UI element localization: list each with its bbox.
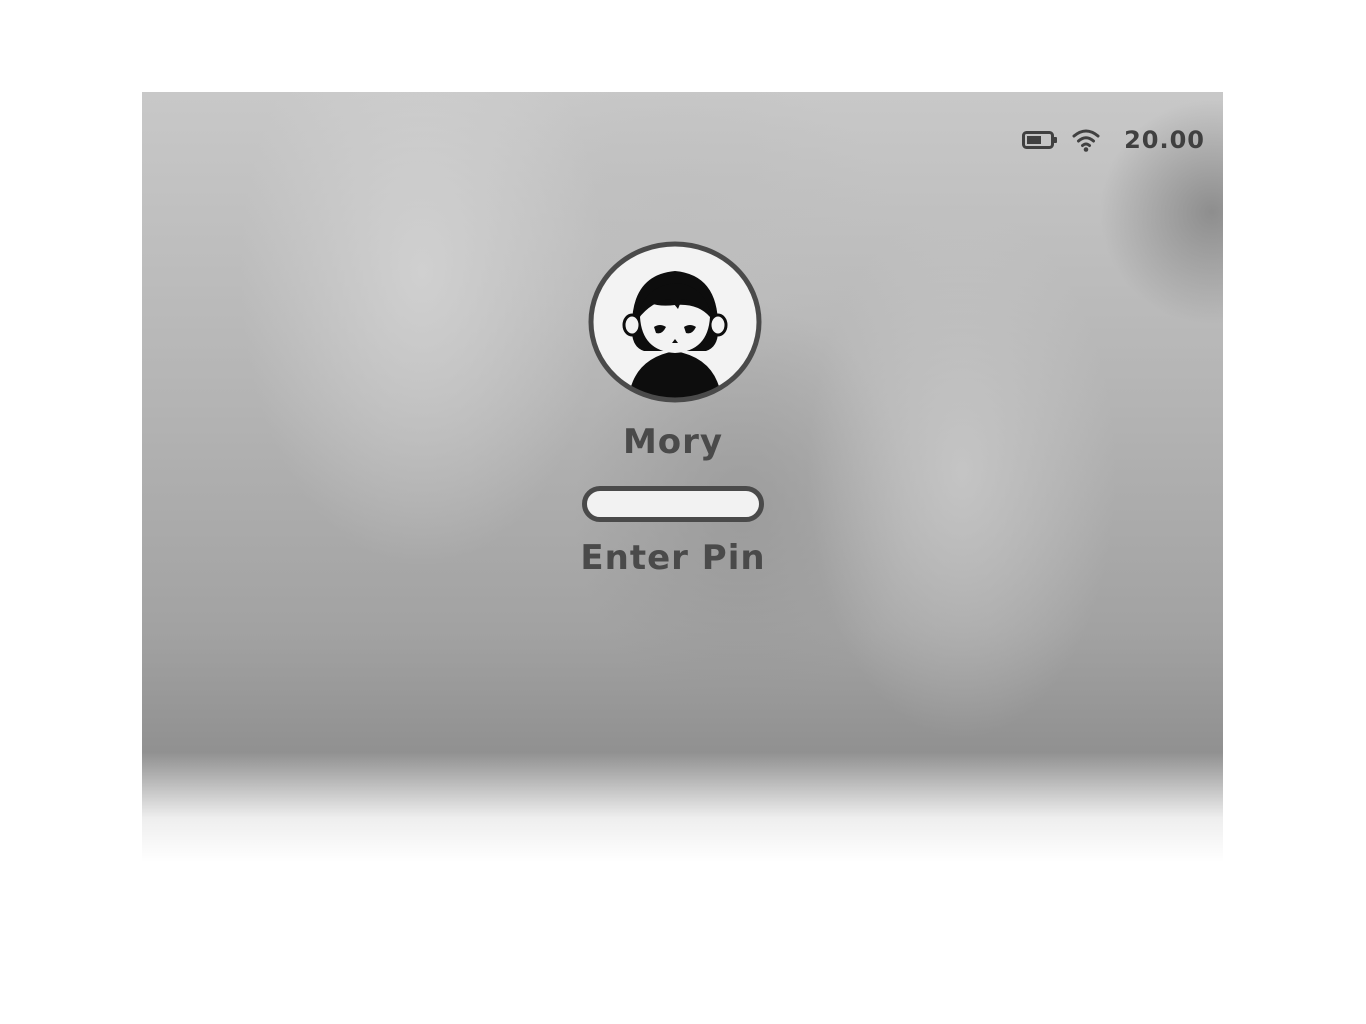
user-avatar-icon[interactable]	[586, 239, 764, 405]
page: 20.00 Mory Enter Pin	[0, 0, 1366, 1024]
enter-pin-label: Enter Pin	[580, 538, 766, 578]
lock-screen: 20.00 Mory Enter Pin	[142, 92, 1223, 862]
user-name: Mory	[622, 422, 724, 462]
login-panel: Mory Enter Pin	[142, 92, 1223, 862]
pin-input[interactable]	[582, 486, 764, 522]
